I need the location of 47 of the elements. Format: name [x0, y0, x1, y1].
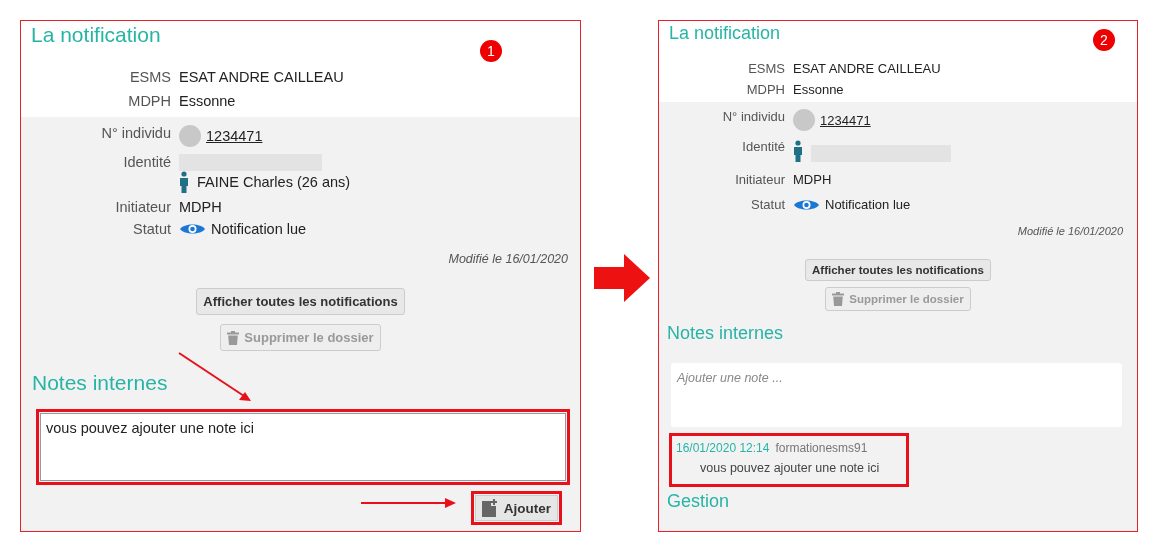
field-label: ESMS [129, 69, 171, 85]
note-input[interactable]: vous pouvez ajouter une note ici [40, 413, 566, 481]
note-input[interactable]: Ajouter une note ... [671, 363, 1122, 427]
action-button[interactable]: Afficher toutes les notifications [805, 259, 991, 281]
field-label: MDPH [746, 82, 785, 97]
status-text: Notification lue [211, 221, 307, 237]
trash-icon [227, 330, 240, 345]
note-timestamp: 16/01/2020 12:14 [676, 441, 770, 455]
add-note-icon [481, 499, 498, 517]
eye-icon [179, 222, 206, 236]
field-label: MDPH [128, 93, 171, 109]
field-label: Statut [751, 197, 785, 212]
person-icon [793, 139, 803, 162]
trash-icon [832, 292, 845, 306]
field-label: Initiateur [735, 172, 785, 187]
field-value: Essonne [179, 93, 237, 109]
note-author: formationesms91 [775, 441, 868, 455]
action-button[interactable]: Afficher toutes les notifications [196, 288, 405, 315]
section-title: Notes internes [32, 371, 168, 395]
status-text: Notification lue [825, 197, 911, 212]
field-value: ESAT ANDRE CAILLEAU [179, 69, 345, 85]
note-text: vous pouvez ajouter une note ici [700, 461, 881, 475]
section-title: La notification [31, 23, 161, 47]
field-value: MDPH [179, 199, 223, 215]
section-title: Gestion [666, 490, 731, 512]
section-title: Notes internes [667, 323, 784, 344]
person-icon [179, 171, 189, 193]
field-label: Identité [742, 139, 785, 154]
add-button[interactable]: Ajouter [474, 495, 558, 521]
field-label: ESMS [748, 61, 785, 76]
field-value: ESAT ANDRE CAILLEAU [793, 61, 942, 76]
field-label: N° individu [722, 109, 785, 124]
modified-date: Modifié le 16/01/2020 [447, 251, 569, 266]
record-link[interactable]: 1234471 [820, 112, 871, 128]
person-name: FAINE Charles (26 ans) [197, 174, 351, 190]
field-value: Essonne [793, 82, 845, 97]
avatar-icon [179, 125, 201, 147]
record-link[interactable]: 1234471 [206, 128, 263, 144]
next-step-arrow [594, 254, 650, 302]
field-value: MDPH [793, 172, 833, 187]
field-label: Statut [133, 221, 171, 237]
section-title: La notification [669, 23, 781, 44]
modified-date: Modifié le 16/01/2020 [1016, 224, 1124, 237]
avatar-icon [793, 109, 815, 131]
field-label: Initiateur [115, 199, 171, 215]
field-label: Identité [123, 154, 171, 170]
field-label: N° individu [101, 125, 171, 141]
